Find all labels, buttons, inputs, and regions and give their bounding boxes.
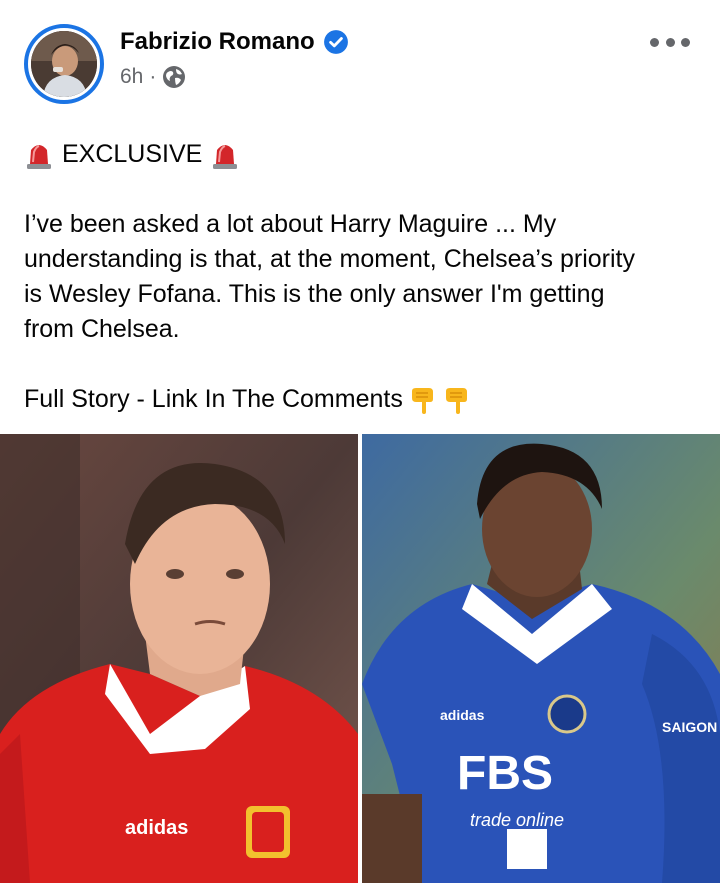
svg-text:trade online: trade online [470, 810, 564, 830]
svg-text:adidas: adidas [125, 817, 188, 839]
more-dot [681, 37, 690, 47]
headline: EXCLUSIVE [24, 136, 700, 172]
siren-icon [24, 138, 54, 170]
post-meta: 6h · [120, 64, 186, 90]
photo-grid: adidas FBS trade online adidas SAIGON [0, 434, 720, 883]
avatar-image [31, 31, 97, 97]
siren-icon [210, 138, 240, 170]
post-text: EXCLUSIVE I’ve been asked a lot about Ha… [24, 136, 700, 417]
post-time[interactable]: 6h [120, 65, 143, 89]
backhand-index-pointing-down-icon [441, 385, 471, 415]
cta-text: Full Story - Link In The Comments [24, 385, 403, 413]
photo-blue-kit-player: FBS trade online adidas SAIGON [362, 434, 720, 883]
cta-line: Full Story - Link In The Comments [24, 382, 700, 417]
photo-red-kit-player: adidas [0, 434, 358, 883]
post-body: I’ve been asked a lot about Harry Maguir… [24, 207, 700, 347]
post-photo-left[interactable]: adidas [0, 434, 358, 883]
svg-text:adidas: adidas [440, 707, 485, 723]
more-dot [665, 37, 675, 47]
avatar-photo [31, 31, 97, 97]
svg-text:FBS: FBS [457, 747, 553, 800]
body-line: from Chelsea. [24, 315, 180, 343]
body-line: I’ve been asked a lot about Harry Maguir… [24, 210, 557, 238]
post-photo-right[interactable]: FBS trade online adidas SAIGON [362, 434, 720, 883]
verified-badge-icon [323, 29, 349, 55]
facebook-post: Fabrizio Romano 6h · EXCLUSIVE I’ve been… [0, 0, 720, 883]
author-name[interactable]: Fabrizio Romano [120, 28, 315, 56]
body-line: understanding is that, at the moment, Ch… [24, 245, 635, 273]
author-row: Fabrizio Romano [120, 27, 349, 57]
svg-text:SAIGON: SAIGON [662, 719, 717, 735]
backhand-index-pointing-down-icon [407, 385, 437, 415]
body-line: is Wesley Fofana. This is the only answe… [24, 280, 605, 308]
globe-icon[interactable] [162, 65, 186, 89]
author-avatar[interactable] [24, 24, 104, 104]
headline-text: EXCLUSIVE [62, 139, 203, 168]
more-options-button[interactable] [650, 30, 690, 54]
more-dot [650, 37, 659, 47]
meta-separator: · [149, 65, 157, 88]
